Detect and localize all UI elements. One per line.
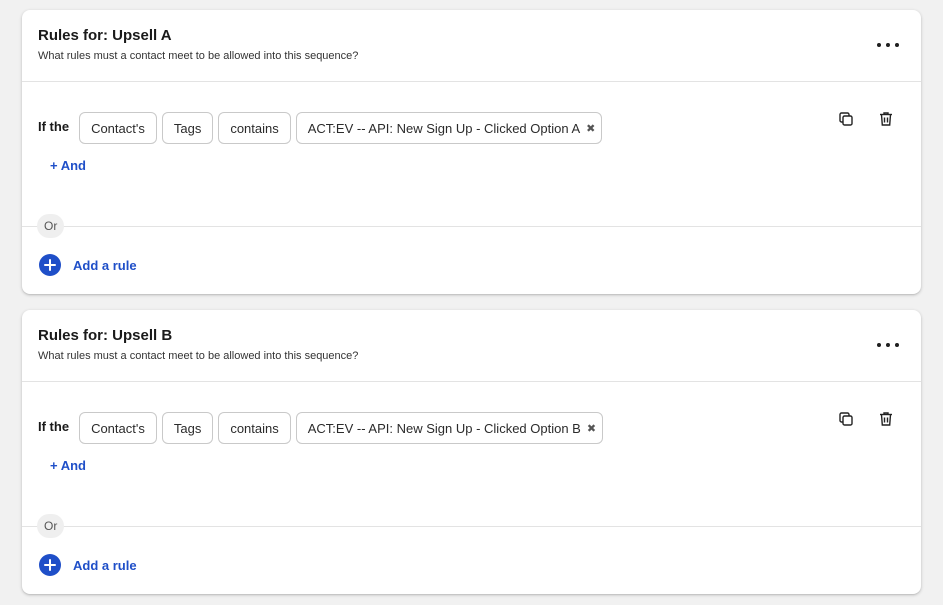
rule-prefix-label: If the <box>38 418 70 434</box>
copy-icon[interactable] <box>837 410 855 428</box>
tag-value-label: ACT:EV -- API: New Sign Up - Clicked Opt… <box>307 420 581 436</box>
or-label: Or <box>37 514 65 538</box>
card-title: Rules for: Upsell B <box>38 327 173 344</box>
field-scope-select[interactable]: Contact's <box>79 412 157 444</box>
operator-select[interactable]: contains <box>218 412 291 444</box>
card-header: Rules for: Upsell A What rules must a co… <box>22 10 921 82</box>
field-scope-select[interactable]: Contact's <box>79 112 157 144</box>
remove-tag-icon[interactable]: ✖ <box>586 122 595 135</box>
copy-icon[interactable] <box>837 110 855 128</box>
remove-tag-icon[interactable]: ✖ <box>587 422 596 435</box>
or-divider <box>22 226 921 227</box>
add-and-condition-button[interactable]: + And <box>50 158 86 173</box>
tag-value-chip[interactable]: ACT:EV -- API: New Sign Up - Clicked Opt… <box>295 412 604 444</box>
add-rule-button[interactable]: Add a rule <box>39 254 137 276</box>
add-rule-label: Add a rule <box>73 257 137 273</box>
field-select[interactable]: Tags <box>161 412 214 444</box>
more-dot <box>895 43 899 47</box>
add-rule-button[interactable]: Add a rule <box>39 554 137 576</box>
plus-circle-icon <box>39 254 61 276</box>
tag-value-label: ACT:EV -- API: New Sign Up - Clicked Opt… <box>307 120 581 136</box>
add-and-condition-button[interactable]: + And <box>50 458 86 473</box>
rule-prefix-label: If the <box>38 118 70 134</box>
more-horizontal-icon <box>877 343 881 347</box>
more-options-button[interactable] <box>877 40 899 50</box>
or-divider <box>22 526 921 527</box>
rule-row: If the Contact's Tags contains ACT:EV --… <box>38 412 608 444</box>
operator-select[interactable]: contains <box>218 112 291 144</box>
plus-circle-icon <box>39 554 61 576</box>
trash-icon[interactable] <box>877 110 895 128</box>
rule-row: If the Contact's Tags contains ACT:EV --… <box>38 112 607 144</box>
more-options-button[interactable] <box>877 340 899 350</box>
or-label: Or <box>37 214 65 238</box>
add-rule-label: Add a rule <box>73 557 137 573</box>
card-title: Rules for: Upsell A <box>38 27 172 44</box>
more-dot <box>895 343 899 347</box>
field-select[interactable]: Tags <box>161 112 214 144</box>
card-subtitle: What rules must a contact meet to be all… <box>38 50 359 62</box>
trash-icon[interactable] <box>877 410 895 428</box>
tag-value-chip[interactable]: ACT:EV -- API: New Sign Up - Clicked Opt… <box>295 112 603 144</box>
more-horizontal-icon <box>877 43 881 47</box>
more-dot <box>886 343 890 347</box>
card-header: Rules for: Upsell B What rules must a co… <box>22 310 921 382</box>
rules-card-upsell-b: Rules for: Upsell B What rules must a co… <box>22 310 921 594</box>
more-dot <box>886 43 890 47</box>
rules-card-upsell-a: Rules for: Upsell A What rules must a co… <box>22 10 921 294</box>
card-subtitle: What rules must a contact meet to be all… <box>38 350 359 362</box>
